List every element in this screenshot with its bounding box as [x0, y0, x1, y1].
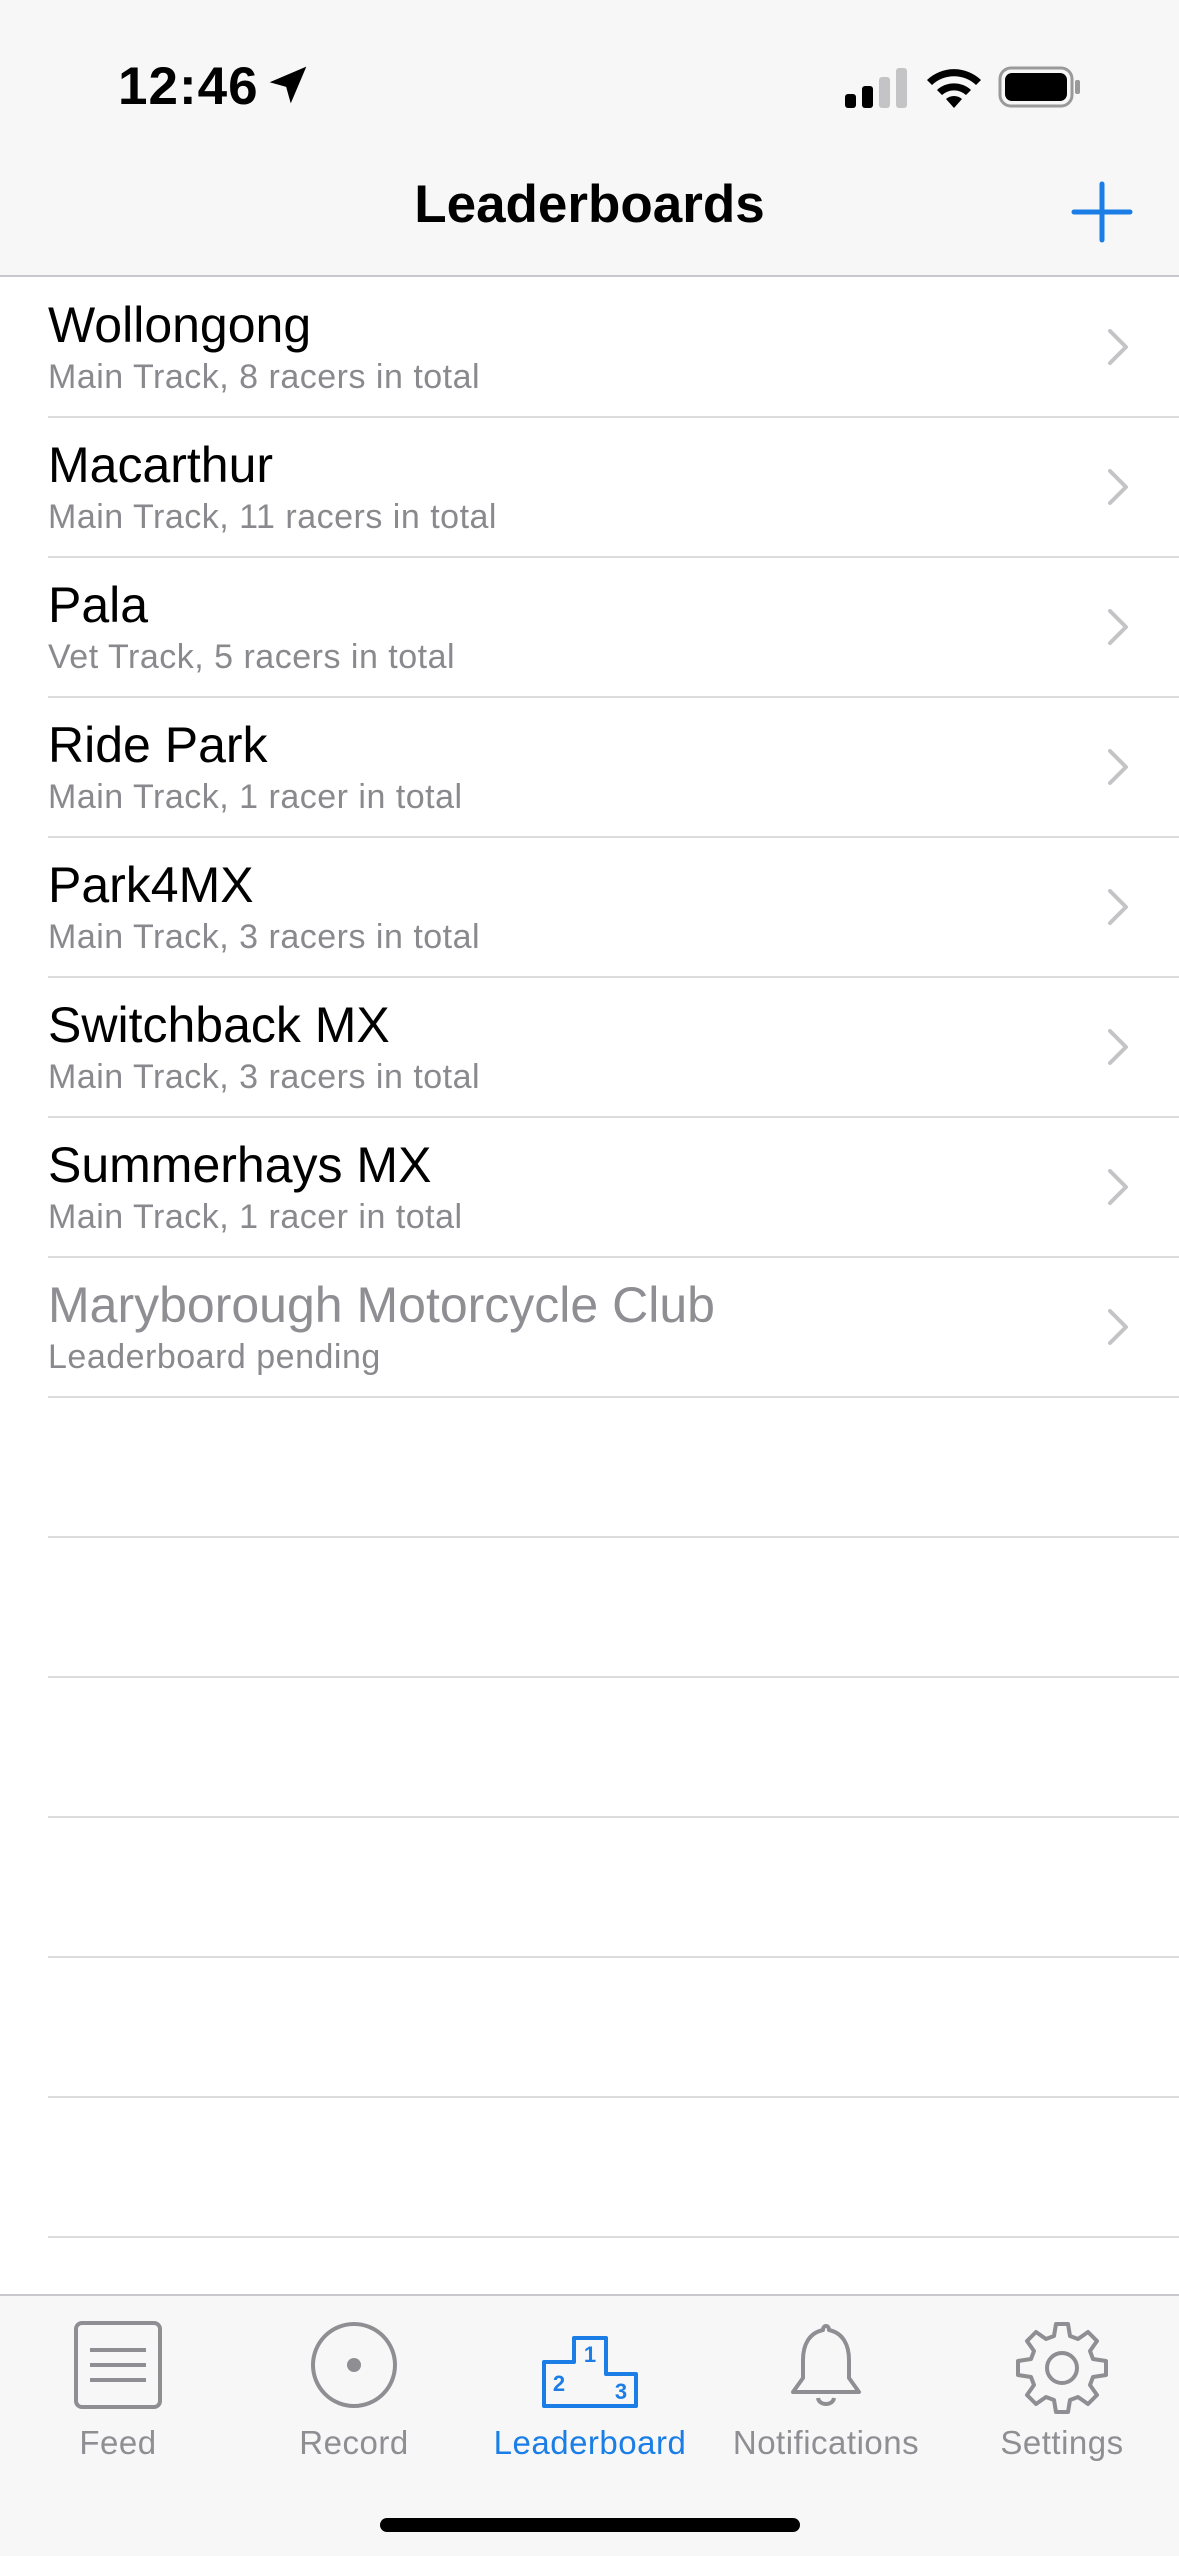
leaderboard-detail: Main Track, 8 racers in total [48, 358, 481, 396]
tab-bar: Feed Record 1 2 3 Leaderboard Notificati… [0, 2294, 1179, 2556]
tab-notifications[interactable]: Notifications [708, 2306, 944, 2466]
leaderboard-row[interactable]: Wollongong Main Track, 8 racers in total [48, 278, 1179, 418]
chevron-right-icon [1108, 1029, 1128, 1065]
tab-leaderboard[interactable]: 1 2 3 Leaderboard [472, 2306, 708, 2466]
leaderboard-list: Wollongong Main Track, 8 racers in total… [0, 278, 1179, 2238]
leaderboard-name: Wollongong [48, 297, 312, 353]
status-bar: 12:46 [0, 0, 1179, 150]
empty-row-separator [48, 2098, 1179, 2238]
status-time: 12:46 [118, 57, 259, 116]
add-leaderboard-button[interactable] [1070, 180, 1134, 244]
empty-row-separator [48, 1958, 1179, 2098]
leaderboard-row-pending[interactable]: Maryborough Motorcycle Club Leaderboard … [48, 1258, 1179, 1398]
empty-row-separator [48, 1678, 1179, 1818]
tab-label: Record [299, 2424, 409, 2461]
chevron-right-icon [1108, 469, 1128, 505]
svg-text:1: 1 [584, 2342, 596, 2367]
page-title: Leaderboards [414, 175, 765, 234]
feed-icon [74, 2321, 162, 2409]
chevron-right-icon [1108, 749, 1128, 785]
empty-row-separator [48, 1538, 1179, 1678]
leaderboard-name: Pala [48, 577, 149, 633]
svg-text:2: 2 [553, 2371, 565, 2396]
leaderboard-row[interactable]: Pala Vet Track, 5 racers in total [48, 558, 1179, 698]
podium-icon: 1 2 3 [542, 2336, 638, 2408]
navigation-bar: Leaderboards [0, 150, 1179, 277]
wifi-icon [927, 69, 981, 108]
chevron-right-icon [1108, 329, 1128, 365]
chevron-right-icon [1108, 889, 1128, 925]
leaderboard-row[interactable]: Park4MX Main Track, 3 racers in total [48, 838, 1179, 978]
tab-label: Leaderboard [493, 2424, 687, 2461]
leaderboard-row[interactable]: Ride Park Main Track, 1 racer in total [48, 698, 1179, 838]
leaderboard-detail: Main Track, 1 racer in total [48, 1198, 463, 1236]
leaderboard-detail: Leaderboard pending [48, 1338, 381, 1376]
empty-row-separator [48, 1818, 1179, 1958]
leaderboard-row[interactable]: Macarthur Main Track, 11 racers in total [48, 418, 1179, 558]
leaderboard-name: Park4MX [48, 857, 254, 913]
leaderboard-detail: Vet Track, 5 racers in total [48, 638, 456, 676]
leaderboard-row[interactable]: Summerhays MX Main Track, 1 racer in tot… [48, 1118, 1179, 1258]
home-indicator[interactable] [380, 2518, 800, 2532]
leaderboard-detail: Main Track, 1 racer in total [48, 778, 463, 816]
tab-label: Settings [1000, 2424, 1124, 2461]
leaderboard-name: Summerhays MX [48, 1137, 432, 1193]
battery-icon [998, 66, 1080, 108]
gear-icon [1016, 2322, 1108, 2414]
chevron-right-icon [1108, 1309, 1128, 1345]
svg-text:3: 3 [615, 2379, 627, 2404]
leaderboard-name: Maryborough Motorcycle Club [48, 1277, 715, 1333]
chevron-right-icon [1108, 1169, 1128, 1205]
tab-record[interactable]: Record [236, 2306, 472, 2466]
record-icon [311, 2322, 397, 2408]
leaderboard-name: Ride Park [48, 717, 268, 773]
cellular-signal-icon [845, 68, 907, 108]
leaderboard-detail: Main Track, 11 racers in total [48, 498, 497, 536]
location-arrow-icon [269, 66, 307, 104]
leaderboard-detail: Main Track, 3 racers in total [48, 918, 481, 956]
leaderboard-detail: Main Track, 3 racers in total [48, 1058, 481, 1096]
tab-feed[interactable]: Feed [0, 2306, 236, 2466]
tab-label: Feed [79, 2424, 157, 2461]
leaderboard-name: Switchback MX [48, 997, 390, 1053]
leaderboard-name: Macarthur [48, 437, 274, 493]
leaderboard-row[interactable]: Switchback MX Main Track, 3 racers in to… [48, 978, 1179, 1118]
tab-settings[interactable]: Settings [944, 2306, 1179, 2466]
empty-row-separator [48, 1398, 1179, 1538]
tab-label: Notifications [732, 2424, 920, 2461]
bell-icon [791, 2324, 861, 2406]
chevron-right-icon [1108, 609, 1128, 645]
